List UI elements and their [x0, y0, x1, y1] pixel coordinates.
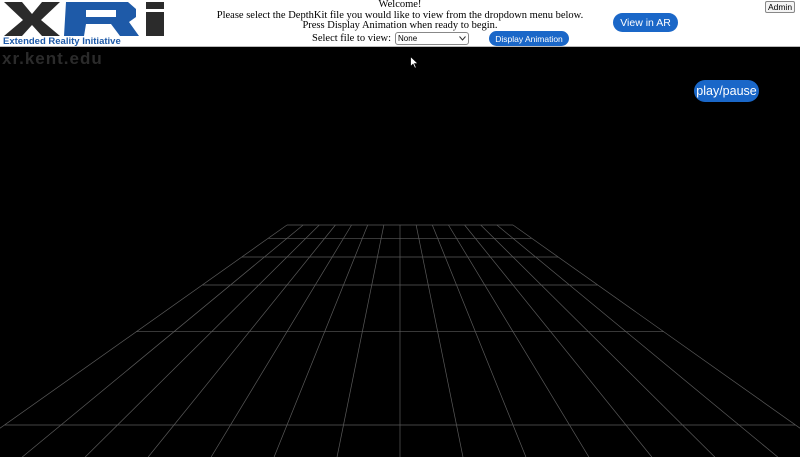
grid-line — [448, 224, 590, 457]
grid-line — [415, 224, 464, 457]
grid-line — [336, 224, 385, 457]
grid-line — [84, 224, 320, 457]
grid-line — [0, 224, 288, 429]
grid-line — [147, 224, 336, 457]
grid-line — [480, 224, 716, 457]
grid-line — [464, 224, 653, 457]
grid-line — [22, 224, 304, 457]
floor-grid[interactable] — [0, 0, 800, 457]
grid-line — [210, 224, 352, 457]
grid-line — [273, 224, 369, 457]
grid-line — [512, 224, 800, 429]
cursor-icon — [410, 56, 419, 69]
play-pause-button[interactable]: play/pause — [694, 80, 759, 102]
grid-line — [496, 224, 778, 457]
grid-line — [431, 224, 527, 457]
